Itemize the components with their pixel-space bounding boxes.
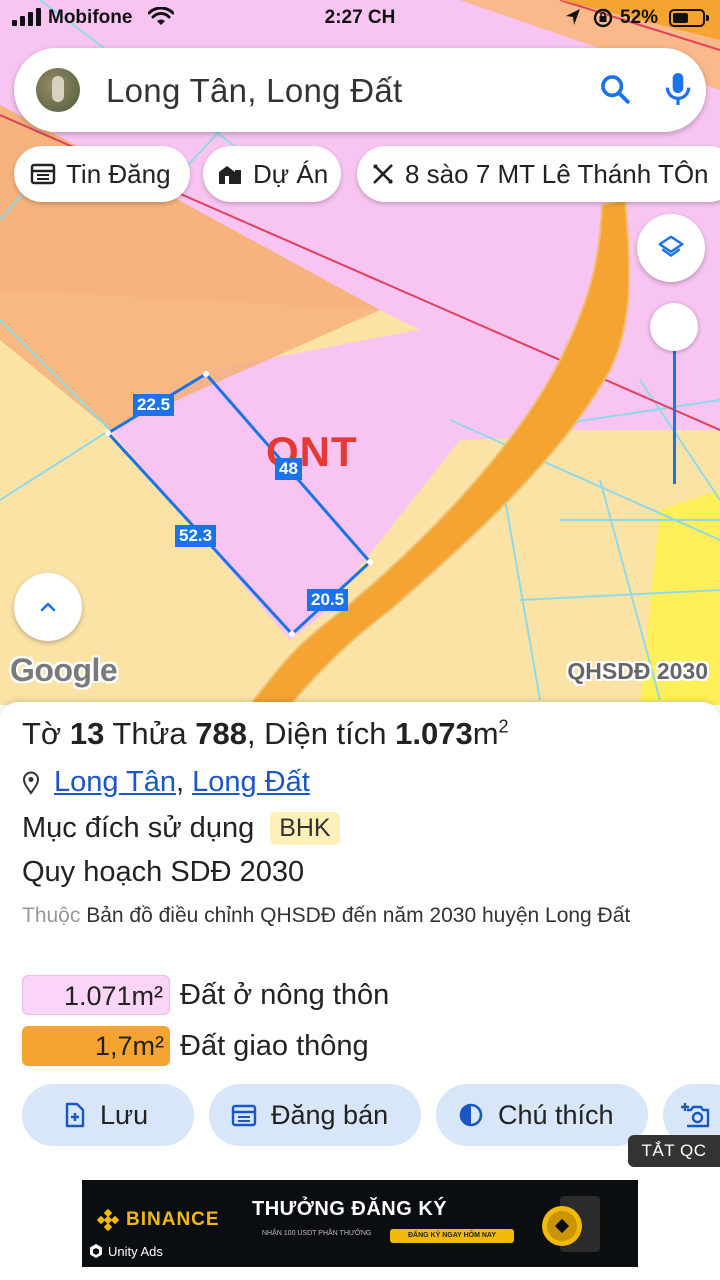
dimension-label: 48: [275, 458, 302, 480]
land-use-area: 1.071m²: [22, 975, 170, 1015]
binance-icon: [96, 1208, 120, 1232]
chip-label: 8 sào 7 MT Lê Thánh TÔn: [405, 158, 709, 189]
dimension-label: 22.5: [133, 394, 175, 416]
source-text: Bản đồ điều chỉnh QHSDĐ đến năm 2030 huy…: [80, 904, 631, 927]
calendar-list-icon: [231, 1103, 257, 1127]
purpose-label: Mục đích sử dụng: [22, 812, 255, 844]
buildings-icon: [217, 162, 243, 186]
parcel-title: Tờ 13 Thửa 788, Diện tích 1.073m2: [22, 716, 509, 752]
status-bar: Mobifone 2:27 CH 52%: [0, 0, 720, 38]
google-logo: Google: [10, 652, 118, 688]
brand-name: BINANCE: [126, 1209, 220, 1230]
legend-label: Chú thích: [498, 1099, 614, 1130]
chip-label: Tin Đăng: [66, 158, 171, 189]
title-mid: Thửa: [104, 716, 196, 751]
action-buttons: Lưu Đăng bán Chú thích: [0, 1084, 720, 1146]
save-button[interactable]: Lưu: [22, 1084, 194, 1146]
avatar[interactable]: [36, 68, 80, 112]
location-arrow-icon: [564, 7, 582, 33]
chip-du-an[interactable]: Dự Án: [203, 146, 341, 202]
search-bar[interactable]: Long Tân, Long Đất: [14, 48, 706, 132]
battery-icon: [669, 9, 709, 27]
microphone-icon[interactable]: [662, 70, 694, 113]
save-label: Lưu: [100, 1099, 149, 1130]
opacity-slider-handle[interactable]: [650, 303, 698, 351]
ad-cta-button[interactable]: ĐĂNG KÝ NGAY HÔM NAY: [390, 1229, 514, 1243]
expand-sheet-button[interactable]: [14, 573, 82, 641]
add-document-icon: [64, 1102, 86, 1128]
ward-link[interactable]: Long Tân: [54, 766, 176, 799]
parcel-number: 788: [195, 716, 247, 751]
dimension-label: 20.5: [307, 589, 349, 611]
battery-percent: 52%: [620, 7, 659, 28]
newspaper-icon: [30, 163, 56, 185]
pencil-ruler-icon: [371, 162, 395, 186]
chevron-up-icon: [40, 602, 56, 612]
location-separator: ,: [176, 766, 185, 798]
chip-tin-dang[interactable]: Tin Đăng: [14, 146, 190, 202]
layers-button[interactable]: [637, 214, 705, 282]
location-row: Long Tân , Long Đất: [22, 766, 310, 799]
post-for-sale-button[interactable]: Đăng bán: [209, 1084, 421, 1146]
chip-saved-area[interactable]: 8 sào 7 MT Lê Thánh TÔn: [357, 146, 720, 202]
land-use-row: 1,7m² Đất giao thông: [22, 1025, 369, 1067]
map-layer-label: QHSDĐ 2030: [567, 658, 708, 684]
ad-banner[interactable]: BINANCE Unity Ads THƯỞNG ĐĂNG KÝ NHẬN 10…: [82, 1180, 638, 1267]
coin-graphic: [542, 1196, 600, 1252]
area-label: , Diện tích: [246, 716, 396, 751]
unity-ads-label: Unity Ads: [88, 1243, 163, 1259]
plan-title: Quy hoạch SDĐ 2030: [22, 856, 305, 888]
hide-ads-button[interactable]: TẮT QC: [628, 1135, 720, 1167]
ad-headline: THƯỞNG ĐĂNG KÝ: [252, 1198, 448, 1220]
area-unit: m: [472, 716, 499, 751]
chip-label: Dự Án: [253, 158, 329, 189]
land-use-name: Đất giao thông: [180, 1029, 369, 1062]
unity-icon: [90, 1244, 102, 1258]
source-prefix: Thuộc: [22, 904, 81, 927]
binance-logo: BINANCE: [96, 1208, 220, 1232]
search-icon[interactable]: [598, 72, 632, 111]
ad-network: Unity Ads: [108, 1243, 163, 1259]
plan-source: Thuộc Bản đồ điều chỉnh QHSDĐ đến năm 20…: [22, 900, 702, 932]
land-use-name: Đất ở nông thôn: [180, 978, 390, 1011]
area-value: 1.073: [395, 716, 473, 751]
sheet-number: 13: [69, 716, 105, 751]
purpose-badge: BHK: [270, 812, 340, 845]
filter-chips: Tin Đăng Dự Án 8 sào 7 MT Lê Thánh TÔn: [0, 146, 720, 202]
post-for-sale-label: Đăng bán: [271, 1099, 389, 1130]
land-use-row: 1.071m² Đất ở nông thôn: [22, 974, 389, 1016]
legend-button[interactable]: Chú thích: [436, 1084, 648, 1146]
rotation-lock-icon: [592, 7, 614, 35]
add-photo-icon: [681, 1102, 711, 1128]
ad-subtext: NHẬN 100 USDT PHẦN THƯỞNG: [262, 1230, 372, 1237]
district-link[interactable]: Long Đất: [192, 766, 310, 799]
land-purpose-row: Mục đích sử dụng BHK: [22, 812, 340, 845]
map-pin-icon: [22, 771, 40, 795]
area-unit-sup: 2: [498, 716, 509, 737]
contrast-icon: [458, 1102, 484, 1128]
land-use-area: 1,7m²: [22, 1026, 170, 1066]
dimension-label: 52.3: [175, 525, 217, 547]
title-prefix: Tờ: [22, 716, 70, 751]
search-input[interactable]: Long Tân, Long Đất: [106, 72, 403, 110]
layers-icon: [658, 235, 684, 257]
